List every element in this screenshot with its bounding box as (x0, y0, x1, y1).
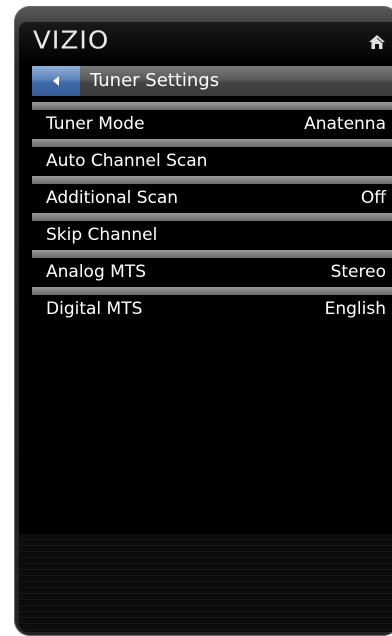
row-divider (32, 250, 392, 258)
menu-item-tuner-mode[interactable]: Tuner Mode Anatenna (32, 102, 392, 139)
menu-item-label: Analog MTS (46, 262, 146, 282)
menu-item-digital-mts[interactable]: Digital MTS English (32, 287, 392, 324)
menu-item-label: Additional Scan (46, 188, 179, 208)
brand-logo: VIZIO (33, 26, 110, 56)
title-bar: Tuner Settings (32, 66, 392, 96)
menu-header: VIZIO (19, 22, 392, 64)
menu-item-auto-channel-scan[interactable]: Auto Channel Scan (32, 139, 392, 176)
menu-item-skip-channel[interactable]: Skip Channel (32, 213, 392, 250)
back-arrow-icon (53, 76, 59, 86)
settings-menu: Tuner Mode Anatenna Auto Channel Scan Ad… (32, 102, 392, 324)
footer-area (19, 534, 392, 632)
menu-item-value: English (324, 299, 386, 319)
menu-item-label: Digital MTS (46, 299, 143, 319)
page-title: Tuner Settings (90, 70, 220, 91)
back-button[interactable] (32, 66, 80, 96)
row-divider (32, 176, 392, 184)
menu-item-analog-mts[interactable]: Analog MTS Stereo (32, 250, 392, 287)
row-divider (32, 102, 392, 110)
menu-item-value: Off (360, 188, 386, 208)
menu-item-label: Auto Channel Scan (46, 151, 208, 171)
menu-item-value: Anatenna (304, 114, 386, 134)
row-divider (32, 213, 392, 221)
menu-item-value: Stereo (330, 262, 386, 282)
home-icon[interactable] (368, 34, 386, 50)
menu-item-label: Tuner Mode (46, 114, 145, 134)
row-divider (32, 139, 392, 147)
menu-item-label: Skip Channel (46, 225, 158, 245)
row-divider (32, 287, 392, 295)
tv-menu-screen: VIZIO Tuner Settings Tuner Mode Anatenna… (19, 22, 392, 632)
menu-item-additional-scan[interactable]: Additional Scan Off (32, 176, 392, 213)
